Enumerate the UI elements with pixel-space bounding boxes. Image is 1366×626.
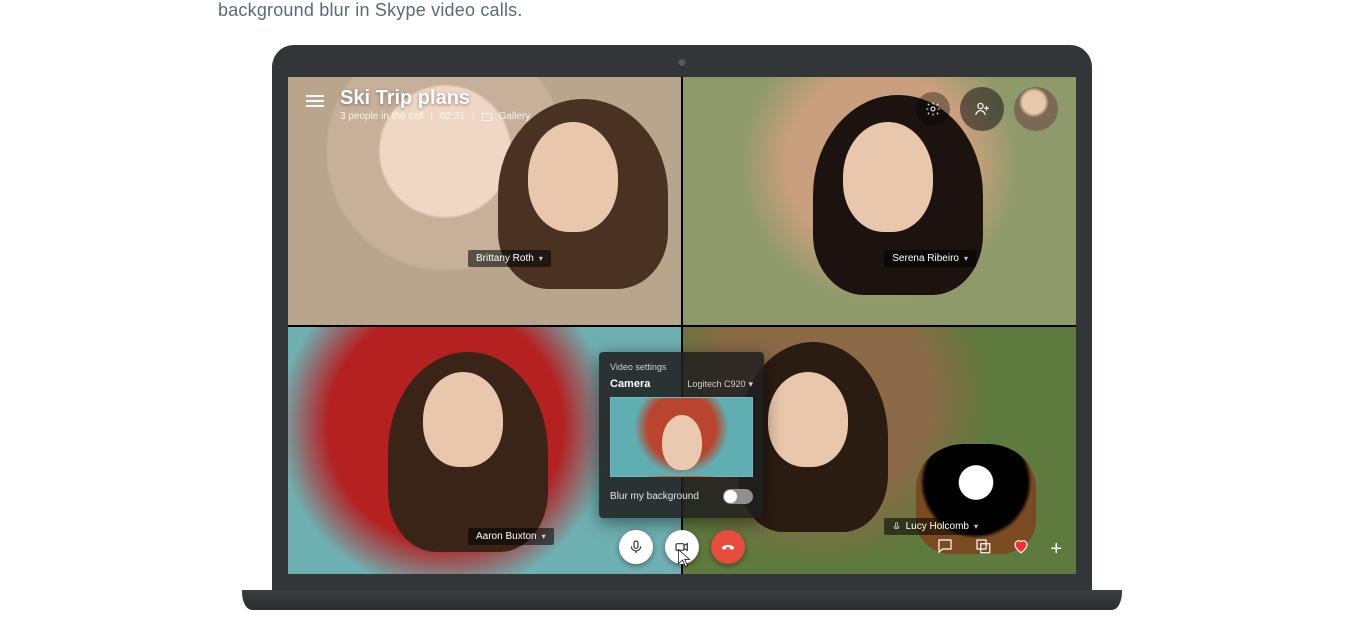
participant-face	[843, 122, 933, 232]
chevron-down-icon: ▾	[748, 379, 753, 390]
menu-button[interactable]	[306, 95, 324, 107]
video-icon	[674, 539, 690, 555]
chevron-down-icon: ▾	[539, 254, 543, 263]
add-user-icon	[973, 100, 991, 118]
chat-icon	[936, 537, 954, 555]
chevron-down-icon: ▾	[974, 522, 978, 531]
popover-header: Video settings	[610, 362, 753, 372]
participant-name: Brittany Roth	[476, 253, 534, 264]
video-settings-popover: Video settings Camera Logitech C920 ▾ Bl…	[599, 352, 764, 518]
laptop-base	[242, 590, 1122, 610]
bottom-right-icons: +	[936, 537, 1062, 560]
chevron-down-icon: ▾	[964, 254, 968, 263]
microphone-icon	[892, 522, 901, 531]
participant-face	[528, 122, 618, 232]
participant-face	[423, 372, 503, 467]
screenshare-button[interactable]	[974, 537, 992, 560]
gear-icon	[925, 101, 941, 117]
camera-value[interactable]: Logitech C920 ▾	[687, 379, 753, 390]
camera-row[interactable]: Camera Logitech C920 ▾	[610, 378, 753, 390]
react-button[interactable]	[1012, 537, 1030, 560]
camera-label: Camera	[610, 378, 650, 390]
self-avatar[interactable]	[1014, 87, 1058, 131]
participant-name: Aaron Buxton	[476, 531, 537, 542]
skype-call-screen: Brittany Roth ▾ Serena Ribeiro ▾	[288, 77, 1076, 574]
video-button[interactable]	[665, 530, 699, 564]
blur-label: Blur my background	[610, 491, 699, 502]
participant-name: Lucy Holcomb	[906, 521, 969, 532]
mute-button[interactable]	[619, 530, 653, 564]
hangup-button[interactable]	[711, 530, 745, 564]
plus-icon: +	[1050, 538, 1062, 560]
microphone-icon	[628, 539, 644, 555]
participant-name: Serena Ribeiro	[892, 253, 959, 264]
blur-toggle[interactable]	[723, 489, 753, 504]
heart-icon	[1012, 537, 1030, 555]
camera-preview	[610, 397, 753, 477]
laptop-bezel: Brittany Roth ▾ Serena Ribeiro ▾	[272, 45, 1092, 590]
laptop-frame: Brittany Roth ▾ Serena Ribeiro ▾	[257, 45, 1107, 610]
laptop-camera-dot	[679, 59, 686, 66]
participant-name-pill[interactable]: Brittany Roth ▾	[468, 250, 551, 267]
chevron-down-icon: ▾	[542, 532, 546, 541]
add-participant-button[interactable]	[960, 87, 1004, 131]
topbar-right-controls	[916, 87, 1058, 131]
participant-name-pill[interactable]: Aaron Buxton ▾	[468, 528, 554, 545]
chat-button[interactable]	[936, 537, 954, 560]
participant-tile-brittany[interactable]: Brittany Roth ▾	[288, 77, 681, 325]
settings-button[interactable]	[916, 92, 950, 126]
call-controls	[619, 530, 745, 564]
hangup-icon	[720, 539, 736, 555]
article-text-fragment: background blur in Skype video calls.	[218, 0, 523, 21]
participant-name-pill[interactable]: Lucy Holcomb ▾	[884, 518, 986, 535]
screenshare-icon	[974, 537, 992, 555]
participant-face	[768, 372, 848, 467]
participant-name-pill[interactable]: Serena Ribeiro ▾	[884, 250, 976, 267]
blur-row: Blur my background	[610, 489, 753, 504]
